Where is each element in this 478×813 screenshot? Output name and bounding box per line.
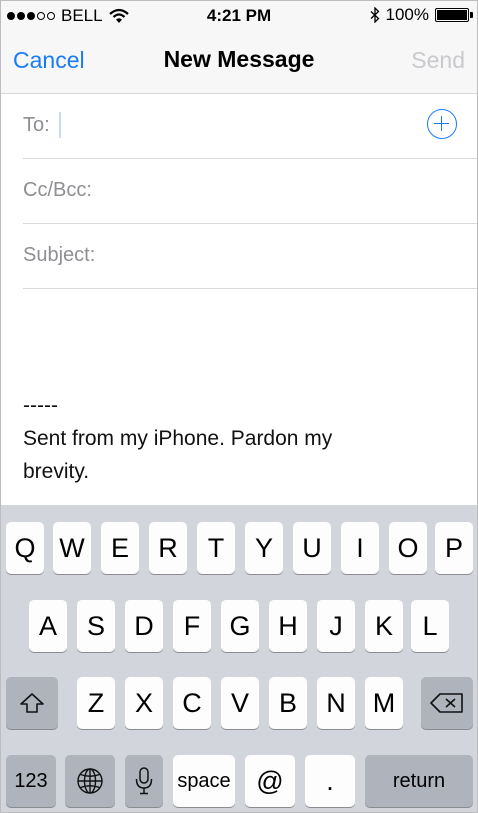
key-v[interactable]: V bbox=[221, 677, 259, 729]
key-r[interactable]: R bbox=[149, 522, 187, 574]
space-key[interactable]: space bbox=[173, 755, 235, 807]
key-i[interactable]: I bbox=[341, 522, 379, 574]
status-bar: BELL 4:21 PM 100% bbox=[1, 1, 477, 31]
cc-bcc-field[interactable]: Cc/Bcc: bbox=[23, 159, 477, 224]
message-body[interactable]: ----- Sent from my iPhone. Pardon my bre… bbox=[23, 389, 453, 488]
key-a[interactable]: A bbox=[29, 600, 67, 652]
key-w[interactable]: W bbox=[53, 522, 91, 574]
to-label: To: bbox=[23, 114, 50, 136]
subject-label: Subject: bbox=[23, 244, 96, 266]
send-button[interactable]: Send bbox=[411, 47, 465, 74]
key-p[interactable]: P bbox=[435, 522, 473, 574]
battery-nub bbox=[470, 12, 473, 18]
backspace-key[interactable] bbox=[421, 677, 473, 729]
signature-separator: ----- bbox=[23, 394, 58, 417]
key-y[interactable]: Y bbox=[245, 522, 283, 574]
key-z[interactable]: Z bbox=[77, 677, 115, 729]
add-contact-icon[interactable] bbox=[427, 109, 457, 139]
return-key[interactable]: return bbox=[365, 755, 473, 807]
microphone-key[interactable] bbox=[125, 755, 163, 807]
text-cursor bbox=[59, 112, 61, 138]
key-l[interactable]: L bbox=[411, 600, 449, 652]
key-f[interactable]: F bbox=[173, 600, 211, 652]
at-key[interactable]: @ bbox=[245, 755, 295, 807]
mic-icon bbox=[135, 767, 153, 795]
page-title: New Message bbox=[163, 46, 315, 72]
shift-icon bbox=[20, 693, 44, 713]
navigation-bar: Cancel New Message Send bbox=[1, 31, 477, 94]
backspace-icon bbox=[430, 693, 463, 713]
globe-key[interactable] bbox=[65, 755, 115, 807]
key-c[interactable]: C bbox=[173, 677, 211, 729]
key-t[interactable]: T bbox=[197, 522, 235, 574]
cc-bcc-label: Cc/Bcc: bbox=[23, 179, 92, 201]
status-right: 100% bbox=[370, 5, 473, 25]
key-x[interactable]: X bbox=[125, 677, 163, 729]
battery-fill bbox=[437, 10, 467, 20]
compose-screen: BELL 4:21 PM 100% Cancel New Message Sen… bbox=[0, 0, 478, 813]
key-k[interactable]: K bbox=[365, 600, 403, 652]
key-d[interactable]: D bbox=[125, 600, 163, 652]
bluetooth-icon bbox=[370, 7, 379, 23]
to-field[interactable]: To: bbox=[23, 94, 477, 159]
key-q[interactable]: Q bbox=[6, 522, 44, 574]
key-m[interactable]: M bbox=[365, 677, 403, 729]
battery-icon bbox=[435, 8, 473, 22]
key-h[interactable]: H bbox=[269, 600, 307, 652]
key-u[interactable]: U bbox=[293, 522, 331, 574]
key-s[interactable]: S bbox=[77, 600, 115, 652]
shift-key[interactable] bbox=[6, 677, 58, 729]
globe-icon bbox=[77, 768, 103, 794]
subject-field[interactable]: Subject: bbox=[23, 224, 477, 289]
key-b[interactable]: B bbox=[269, 677, 307, 729]
battery-percent: 100% bbox=[385, 5, 429, 24]
key-g[interactable]: G bbox=[221, 600, 259, 652]
key-n[interactable]: N bbox=[317, 677, 355, 729]
signature-line: Sent from my iPhone. Pardon my bbox=[23, 427, 333, 450]
period-key[interactable]: . bbox=[305, 755, 355, 807]
key-e[interactable]: E bbox=[101, 522, 139, 574]
key-j[interactable]: J bbox=[317, 600, 355, 652]
key-o[interactable]: O bbox=[389, 522, 427, 574]
keyboard: Q W E R T Y U I O P A S D F G H J K L Z … bbox=[1, 505, 477, 812]
numbers-key[interactable]: 123 bbox=[6, 755, 56, 807]
signature-line: brevity. bbox=[23, 460, 90, 483]
